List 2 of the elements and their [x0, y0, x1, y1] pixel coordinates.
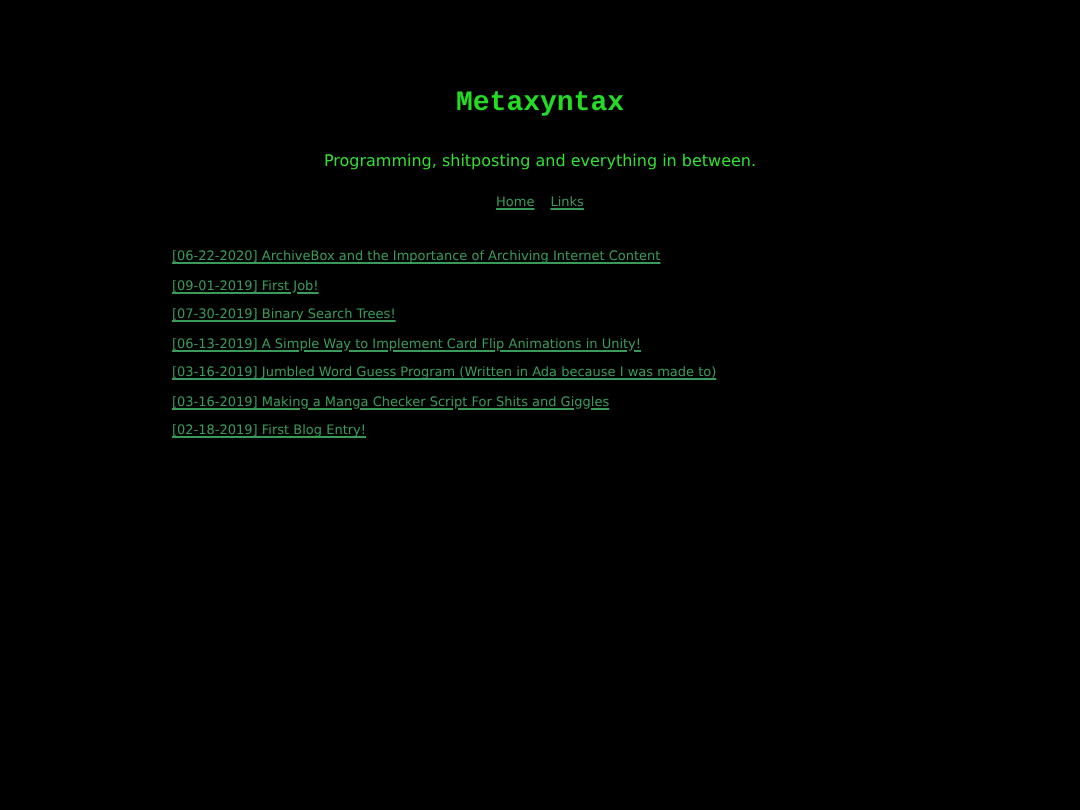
tagline: Programming, shitposting and everything in between.: [321, 152, 759, 170]
site-title: Metaxyntax: [453, 88, 626, 120]
